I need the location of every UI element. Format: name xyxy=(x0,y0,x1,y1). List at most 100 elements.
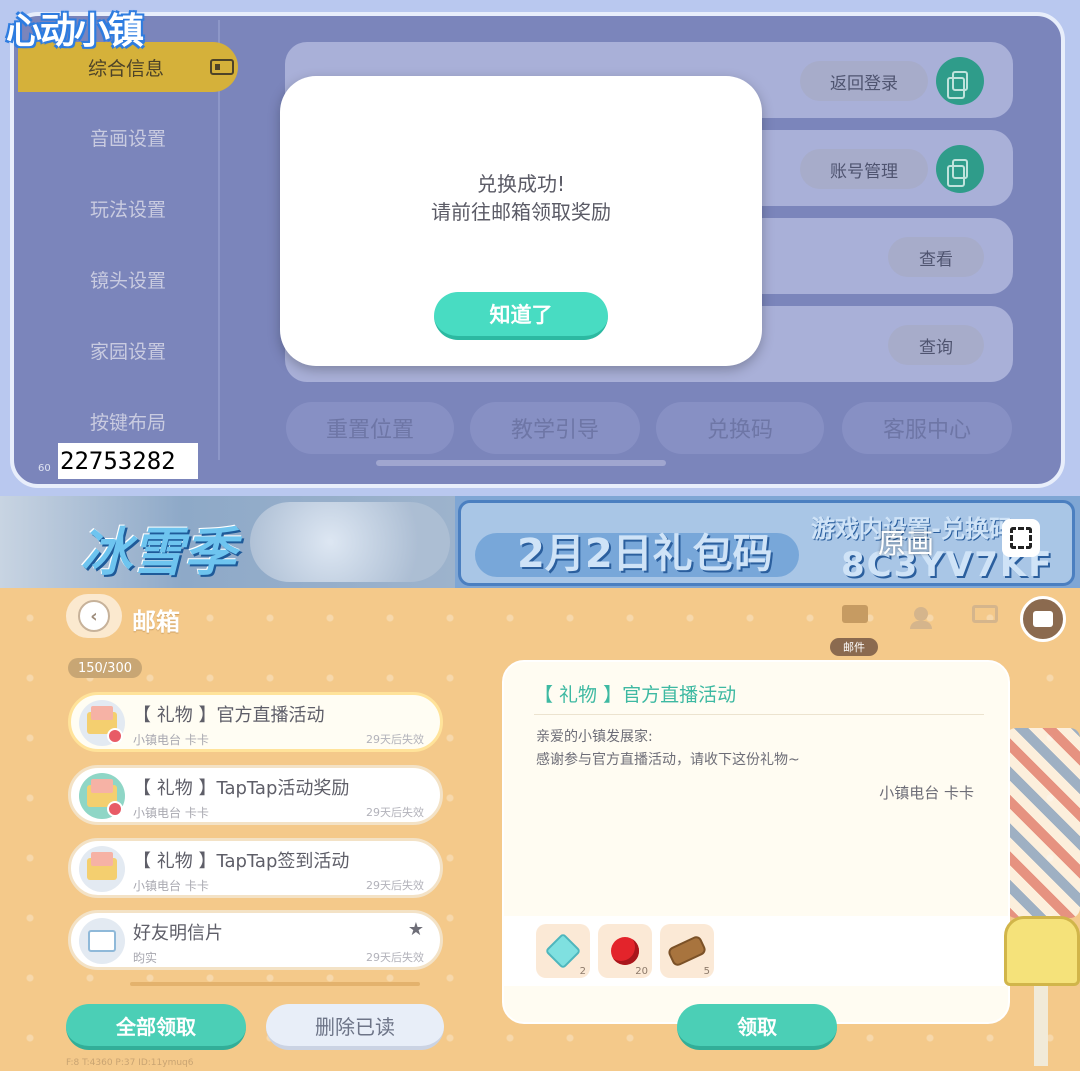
sidebar-item-label: 综合信息 xyxy=(88,57,165,80)
expand-icon[interactable] xyxy=(1002,519,1040,557)
detail-title: 【 礼物 】官方直播活动 xyxy=(534,684,737,706)
mailbox-decoration xyxy=(1004,916,1080,1066)
envelope-icon xyxy=(87,852,117,880)
settings-screen: 心动小镇 综合信息 音画设置 玩法设置 镜头设置 家园设置 按键布局 返回登录 … xyxy=(0,0,1080,498)
dialog-ok-button[interactable]: 知道了 xyxy=(434,292,608,340)
player-id: 22753282 xyxy=(58,443,198,479)
sidebar-item-label: 镜头设置 xyxy=(89,269,166,292)
mail-title: 【 礼物 】TapTap活动奖励 xyxy=(133,778,350,799)
attachment-qty: 2 xyxy=(579,966,586,977)
return-login-button[interactable]: 返回登录 xyxy=(800,61,928,101)
fps-counter: 60 xyxy=(38,463,51,474)
mail-list-item[interactable]: 好友明信片 昀实 29天后失效 ★ xyxy=(68,910,443,970)
mail-expiry: 29天后失效 xyxy=(366,951,424,964)
sidebar-item-gameplay[interactable]: 玩法设置 xyxy=(18,183,238,233)
gift-badge-icon xyxy=(107,728,123,744)
mail-count-badge: 150/300 xyxy=(68,658,142,678)
sidebar-item-home[interactable]: 家园设置 xyxy=(18,325,238,375)
detail-body: 亲爱的小镇发展家: 感谢参与官方直播活动，请收下这份礼物~ xyxy=(536,726,800,772)
sidebar-item-audio-video[interactable]: 音画设置 xyxy=(18,112,238,162)
reset-position-button[interactable]: 重置位置 xyxy=(286,402,454,454)
airmail-envelope-decoration xyxy=(1006,728,1080,918)
mail-sender: 小镇电台 卡卡 xyxy=(133,733,209,747)
mail-expiry: 29天后失效 xyxy=(366,806,424,819)
postcard-icon xyxy=(79,918,125,964)
dialog-message: 兑换成功! 请前往邮箱领取奖励 xyxy=(280,170,762,226)
add-friend-icon xyxy=(910,607,932,629)
detail-signature: 小镇电台 卡卡 xyxy=(879,784,974,802)
tab-mail[interactable] xyxy=(840,602,870,626)
mail-icon xyxy=(79,846,125,892)
detail-greeting: 亲爱的小镇发展家: xyxy=(536,729,653,745)
attachment-qty: 5 xyxy=(703,966,710,977)
envelope-icon xyxy=(842,605,868,623)
mail-expiry: 29天后失效 xyxy=(366,733,424,746)
mail-list-item[interactable]: 【 礼物 】官方直播活动 小镇电台 卡卡 29天后失效 xyxy=(68,692,443,752)
banner-art: 冰雪季 xyxy=(0,496,455,588)
mailbox-post xyxy=(1034,986,1048,1066)
dialog-line-1: 兑换成功! xyxy=(476,172,566,196)
attachment-qty: 20 xyxy=(635,966,648,977)
attachment-item[interactable]: 20 xyxy=(598,924,652,978)
back-arrow-icon: ‹ xyxy=(78,600,110,632)
mail-title: 【 礼物 】官方直播活动 xyxy=(133,705,325,726)
list-scrollbar[interactable] xyxy=(130,982,420,986)
copy-icon xyxy=(947,71,968,99)
copy-button[interactable] xyxy=(936,145,984,193)
tab-starred-mail[interactable] xyxy=(970,602,1000,626)
copy-icon xyxy=(947,159,968,187)
redeem-success-dialog: 兑换成功! 请前往邮箱领取奖励 知道了 xyxy=(280,76,762,366)
sidebar-item-label: 音画设置 xyxy=(89,127,166,150)
view-button[interactable]: 查看 xyxy=(888,237,984,277)
scrollbar[interactable] xyxy=(376,460,666,466)
apple-icon xyxy=(611,937,639,965)
id-card-icon xyxy=(210,59,235,75)
claim-all-button[interactable]: 全部领取 xyxy=(66,1004,246,1050)
page-title: 邮箱 xyxy=(132,608,180,636)
sidebar-item-label: 玩法设置 xyxy=(89,198,166,221)
gem-icon xyxy=(544,932,582,970)
wood-icon xyxy=(666,934,708,968)
attachment-item[interactable]: 5 xyxy=(660,924,714,978)
query-button[interactable]: 查询 xyxy=(888,325,984,365)
mailbox-body xyxy=(1004,916,1080,986)
mailbox-screen: ‹ 邮箱 150/300 邮件 【 礼物 】官方直播活动 小镇电台 卡卡 29天… xyxy=(0,588,1080,1071)
banner-title: 冰雪季 xyxy=(80,523,237,583)
redeem-code-button[interactable]: 兑换码 xyxy=(656,402,824,454)
original-image-label: 原画 xyxy=(878,527,935,560)
claim-button[interactable]: 领取 xyxy=(677,1004,837,1050)
tab-label-mail: 邮件 xyxy=(830,638,878,656)
customer-service-button[interactable]: 客服中心 xyxy=(842,402,1012,454)
mail-sender: 小镇电台 卡卡 xyxy=(133,806,209,820)
gift-mail-icon xyxy=(79,700,125,746)
attachment-item[interactable]: 2 xyxy=(536,924,590,978)
sidebar-item-camera[interactable]: 镜头设置 xyxy=(18,254,238,304)
gift-mail-icon xyxy=(79,773,125,819)
attachments-area: 2 20 5 xyxy=(504,916,1008,986)
character-illustration xyxy=(250,502,450,582)
debug-info: F:8 T:4360 P:37 ID:11ymuq6 xyxy=(66,1058,194,1068)
mail-sender: 昀实 xyxy=(133,951,158,965)
sidebar-item-keybind[interactable]: 按键布局 xyxy=(18,396,238,446)
fullscreen-icon xyxy=(1010,527,1032,549)
mailbox-icon xyxy=(1033,611,1053,627)
mail-list-item[interactable]: 【 礼物 】TapTap活动奖励 小镇电台 卡卡 29天后失效 xyxy=(68,765,443,825)
star-icon[interactable]: ★ xyxy=(408,919,424,940)
detail-message: 感谢参与官方直播活动，请收下这份礼物~ xyxy=(536,752,800,768)
divider xyxy=(534,714,984,715)
gift-code-panel: 2月2日礼包码 游戏内设置-兑换码 8C3YV7KF xyxy=(458,500,1075,586)
tab-mailbox-active[interactable] xyxy=(1020,596,1066,642)
account-manage-button[interactable]: 账号管理 xyxy=(800,149,928,189)
postcard-image-icon xyxy=(88,930,116,952)
gift-badge-icon xyxy=(107,801,123,817)
tab-friends[interactable] xyxy=(906,602,936,629)
settings-sidebar: 综合信息 音画设置 玩法设置 镜头设置 家园设置 按键布局 xyxy=(18,28,238,468)
tutorial-button[interactable]: 教学引导 xyxy=(470,402,640,454)
delete-read-button[interactable]: 删除已读 xyxy=(266,1004,444,1050)
mail-expiry: 29天后失效 xyxy=(366,879,424,892)
mail-title: 好友明信片 xyxy=(133,923,223,944)
back-button[interactable]: ‹ xyxy=(66,594,122,638)
mail-list-item[interactable]: 【 礼物 】TapTap签到活动 小镇电台 卡卡 29天后失效 xyxy=(68,838,443,898)
starred-envelope-icon xyxy=(972,605,998,623)
copy-button[interactable] xyxy=(936,57,984,105)
